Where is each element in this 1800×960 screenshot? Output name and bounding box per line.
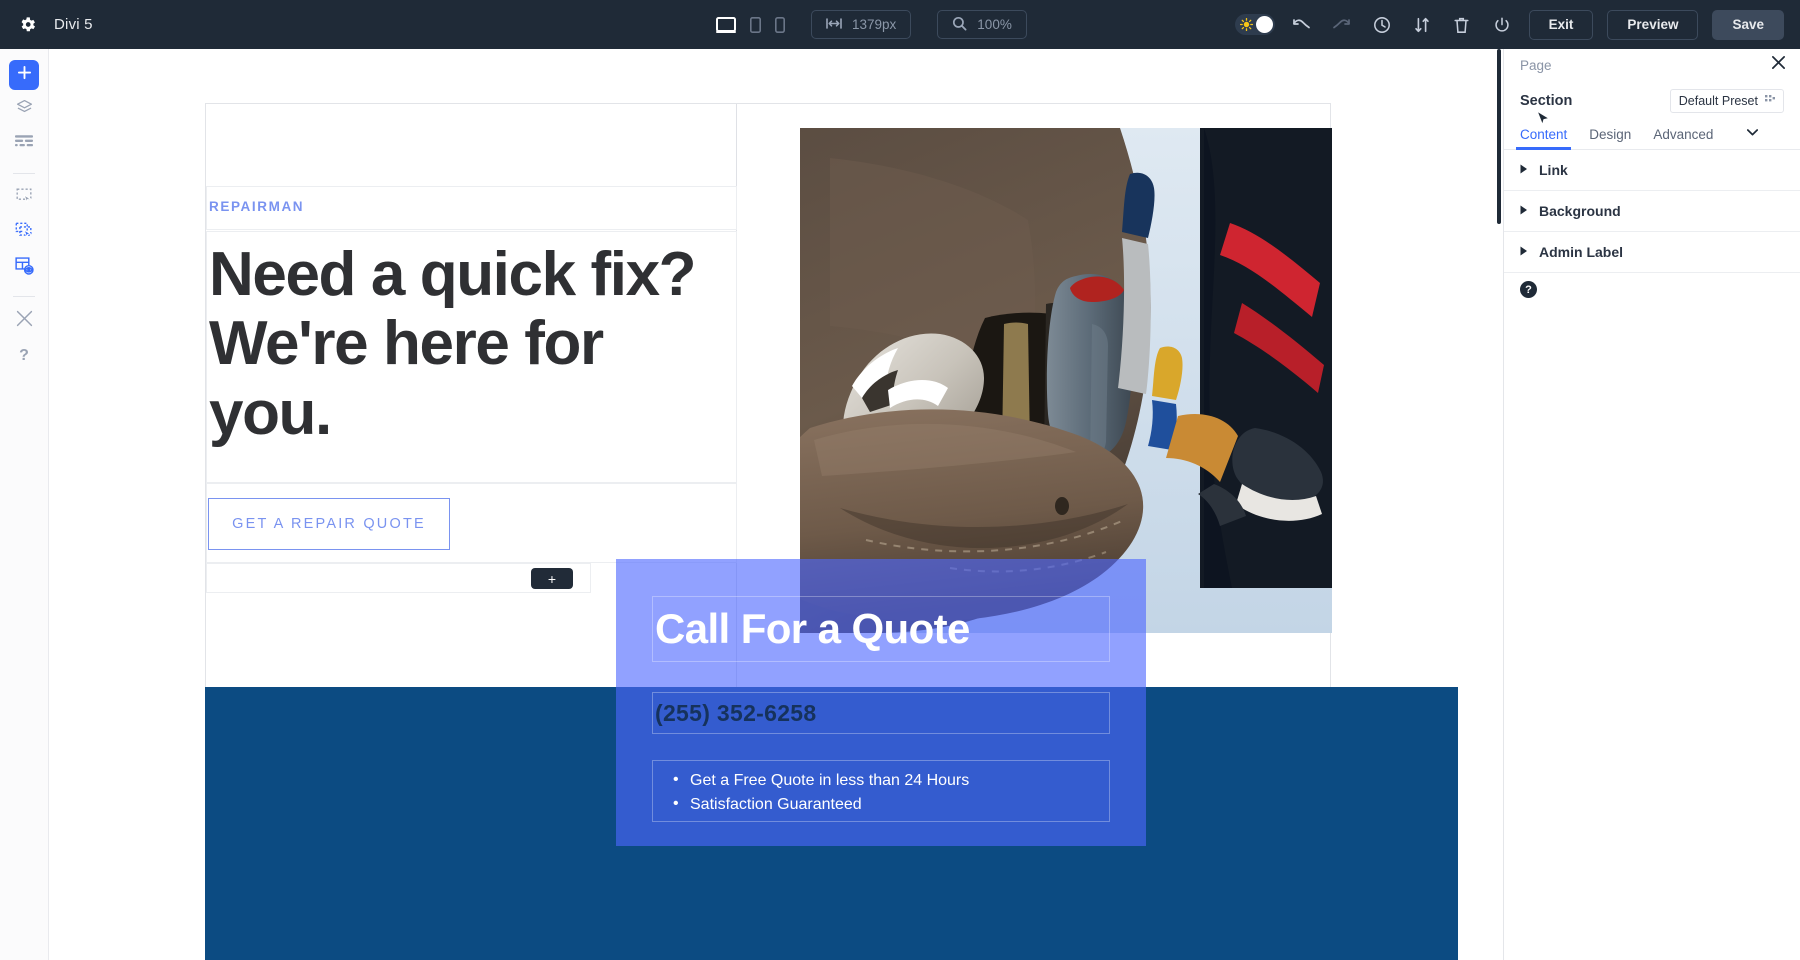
module-bullet-list: Get a Free Quote in less than 24 Hours S… bbox=[655, 768, 1109, 817]
settings-panel: Page Section Default Preset Content Desi… bbox=[1503, 49, 1800, 960]
layout-eye-icon bbox=[14, 256, 34, 280]
accordion-label: Link bbox=[1539, 162, 1568, 178]
section-label: Section bbox=[1520, 93, 1573, 109]
preset-dots-icon bbox=[1765, 94, 1775, 108]
list-item: Satisfaction Guaranteed bbox=[655, 792, 1109, 817]
sidebar-item-multiselect[interactable] bbox=[9, 218, 39, 248]
toolbar-right-group: Exit Preview Save bbox=[1234, 0, 1784, 49]
panel-section-row: Section Default Preset bbox=[1504, 82, 1800, 120]
close-icon[interactable] bbox=[1771, 55, 1786, 75]
add-module-button[interactable]: + bbox=[531, 568, 573, 589]
triangle-right-icon bbox=[1520, 161, 1528, 179]
hero-eyebrow-text: REPAIRMAN bbox=[209, 199, 305, 214]
sidebar-item-help[interactable]: ? bbox=[9, 341, 39, 371]
eyebrow-module[interactable]: REPAIRMAN bbox=[206, 186, 737, 230]
sort-updown-icon[interactable] bbox=[1409, 12, 1435, 38]
sidebar-item-select-element[interactable] bbox=[9, 183, 39, 213]
app-title: Divi 5 bbox=[54, 16, 93, 33]
plus-icon bbox=[17, 65, 32, 85]
tab-advanced[interactable]: Advanced bbox=[1653, 127, 1713, 149]
headline-module[interactable]: Need a quick fix? We're here for you. bbox=[206, 231, 737, 483]
chevron-down-icon[interactable] bbox=[1746, 123, 1759, 141]
panel-title: Page bbox=[1520, 58, 1552, 73]
width-arrows-icon bbox=[826, 17, 842, 32]
power-icon[interactable] bbox=[1489, 12, 1515, 38]
sidebar-item-add-element[interactable] bbox=[9, 60, 39, 90]
toolbar-left-group: Divi 5 bbox=[0, 14, 93, 36]
preview-button[interactable]: Preview bbox=[1607, 9, 1699, 40]
magnifier-icon bbox=[952, 16, 967, 34]
gear-icon[interactable] bbox=[16, 14, 38, 36]
module-title-text: Call For a Quote bbox=[655, 605, 970, 652]
tab-content[interactable]: Content bbox=[1515, 127, 1572, 150]
clock-history-icon[interactable] bbox=[1369, 12, 1395, 38]
hero-headline-text: Need a quick fix? We're here for you. bbox=[209, 240, 697, 448]
module-content: Call For a Quote (255) 352-6258 Get a Fr… bbox=[652, 596, 1110, 822]
module-title-block[interactable]: Call For a Quote bbox=[652, 596, 1110, 662]
sidebar-item-layers[interactable] bbox=[9, 95, 39, 125]
multiselect-cursor-icon bbox=[14, 221, 34, 246]
layers-icon bbox=[15, 98, 34, 122]
selected-module-overlay[interactable]: Call For a Quote (255) 352-6258 Get a Fr… bbox=[616, 559, 1146, 846]
module-phone-block[interactable]: (255) 352-6258 bbox=[652, 692, 1110, 734]
redo-icon[interactable] bbox=[1329, 12, 1355, 38]
panel-header: Page bbox=[1504, 49, 1800, 82]
select-cursor-icon bbox=[14, 186, 34, 211]
undo-icon[interactable] bbox=[1289, 12, 1315, 38]
top-toolbar: Divi 5 1379px 100% Exit Preview Save bbox=[0, 0, 1800, 49]
phone-icon[interactable] bbox=[775, 16, 785, 33]
device-preview-group bbox=[716, 16, 785, 33]
save-button[interactable]: Save bbox=[1712, 9, 1784, 40]
sidebar-item-wireframe[interactable] bbox=[9, 130, 39, 160]
triangle-right-icon bbox=[1520, 202, 1528, 220]
zoom-control[interactable]: 100% bbox=[937, 10, 1027, 39]
zoom-level-value: 100% bbox=[977, 17, 1012, 32]
accordion-link[interactable]: Link bbox=[1504, 150, 1800, 191]
sidebar-item-preview-layout[interactable] bbox=[9, 253, 39, 283]
accordion-background[interactable]: Background bbox=[1504, 191, 1800, 232]
viewport-width-value: 1379px bbox=[852, 17, 897, 32]
editor-canvas: REPAIRMAN Need a quick fix? We're here f… bbox=[49, 49, 1489, 960]
cta-module[interactable]: GET A REPAIR QUOTE bbox=[206, 483, 737, 563]
list-item: Get a Free Quote in less than 24 Hours bbox=[655, 768, 1109, 793]
tools-icon bbox=[15, 309, 34, 333]
rail-divider-1 bbox=[13, 173, 35, 174]
default-preset-button[interactable]: Default Preset bbox=[1669, 89, 1784, 113]
panel-scrollbar[interactable] bbox=[1497, 49, 1501, 224]
rail-divider-2 bbox=[13, 296, 35, 297]
module-bullet-block[interactable]: Get a Free Quote in less than 24 Hours S… bbox=[652, 760, 1110, 822]
theme-toggle[interactable] bbox=[1234, 14, 1275, 36]
tab-design[interactable]: Design bbox=[1589, 127, 1631, 149]
left-toolbar-rail: ? bbox=[0, 49, 49, 960]
question-mark-icon: ? bbox=[19, 347, 29, 364]
sun-icon bbox=[1239, 17, 1253, 36]
accordion-label: Background bbox=[1539, 203, 1621, 219]
sidebar-item-tools[interactable] bbox=[9, 306, 39, 336]
get-a-repair-quote-button[interactable]: GET A REPAIR QUOTE bbox=[208, 498, 450, 550]
tablet-icon[interactable] bbox=[750, 16, 761, 33]
wireframe-icon bbox=[15, 135, 33, 155]
toolbar-center-group: 1379px 100% bbox=[716, 0, 1027, 49]
preset-label: Default Preset bbox=[1678, 94, 1758, 108]
trash-icon[interactable] bbox=[1449, 12, 1475, 38]
triangle-right-icon bbox=[1520, 243, 1528, 261]
accordion-admin-label[interactable]: Admin Label bbox=[1504, 232, 1800, 273]
viewport-width-control[interactable]: 1379px bbox=[811, 10, 912, 39]
panel-tabs: Content Design Advanced bbox=[1504, 120, 1800, 150]
module-phone-text: (255) 352-6258 bbox=[655, 699, 817, 726]
desktop-icon[interactable] bbox=[716, 16, 736, 33]
accordion-label: Admin Label bbox=[1539, 244, 1624, 260]
tool-belt-photo[interactable] bbox=[800, 128, 1332, 633]
panel-help-button[interactable]: ? bbox=[1520, 281, 1537, 298]
exit-button[interactable]: Exit bbox=[1528, 9, 1594, 40]
toggle-knob bbox=[1255, 16, 1273, 33]
